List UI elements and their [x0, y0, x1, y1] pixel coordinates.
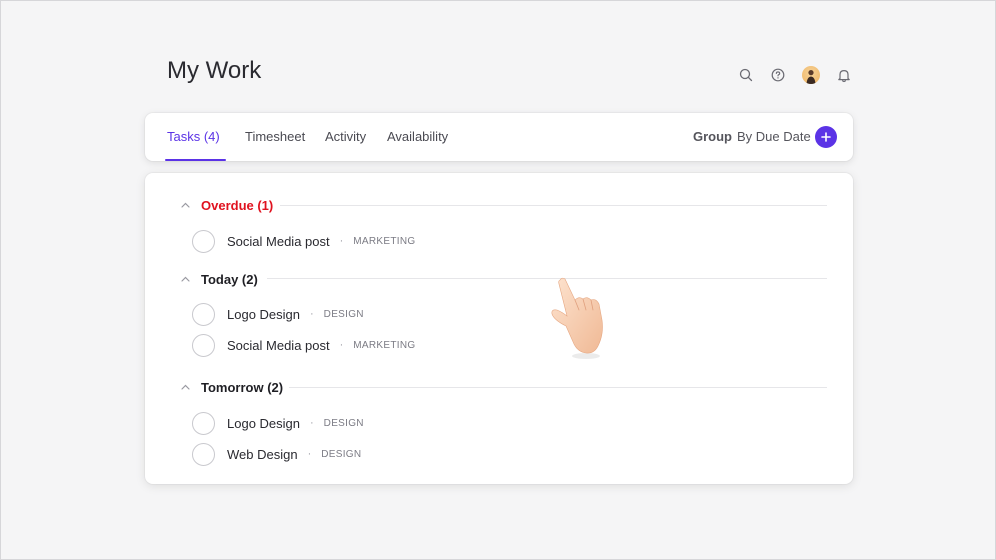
tab-activity[interactable]: Activity [325, 113, 366, 161]
plus-icon [821, 132, 831, 142]
section-divider [280, 205, 827, 206]
task-row[interactable]: Social Media post · MARKETING [192, 229, 415, 253]
separator-dot: · [307, 448, 312, 460]
pointing-hand-icon [551, 277, 603, 359]
task-tag: DESIGN [323, 308, 364, 320]
task-title[interactable]: Logo Design [227, 416, 300, 431]
page-title: My Work [167, 57, 262, 84]
separator-dot: · [310, 417, 314, 429]
task-row[interactable]: Logo Design · DESIGN [192, 411, 364, 435]
task-tag: MARKETING [353, 339, 416, 351]
task-row[interactable]: Web Design · DESIGN [192, 442, 361, 466]
task-row[interactable]: Social Media post · MARKETING [192, 333, 415, 357]
chevron-up-icon[interactable] [181, 274, 191, 284]
bell-icon[interactable] [836, 67, 852, 83]
task-tag: MARKETING [353, 235, 416, 247]
top-toolbar [738, 64, 852, 86]
section-title: Today (2) [201, 271, 258, 287]
separator-dot: · [339, 235, 344, 247]
task-checkbox[interactable] [192, 442, 215, 466]
chevron-up-icon[interactable] [181, 200, 191, 210]
section-header-overdue[interactable]: Overdue (1) [181, 196, 273, 214]
add-task-button[interactable] [815, 126, 837, 148]
section-header-today[interactable]: Today (2) [181, 270, 258, 288]
task-checkbox[interactable] [192, 229, 215, 253]
section-title: Tomorrow (2) [201, 379, 284, 395]
task-checkbox[interactable] [192, 302, 215, 326]
task-tag: DESIGN [323, 417, 364, 429]
tab-timesheet[interactable]: Timesheet [245, 113, 305, 161]
task-row[interactable]: Logo Design · DESIGN [192, 302, 364, 326]
separator-dot: · [339, 339, 344, 351]
section-divider [289, 387, 827, 388]
task-list-panel: Overdue (1) Social Media post · MARKETIN… [145, 173, 853, 484]
task-title[interactable]: Social Media post [227, 234, 330, 249]
tab-tasks[interactable]: Tasks (4) [165, 113, 226, 161]
task-checkbox[interactable] [192, 333, 215, 357]
group-by-dropdown[interactable]: By Due Date [737, 129, 811, 144]
task-title[interactable]: Social Media post [227, 338, 330, 353]
task-title[interactable]: Web Design [227, 447, 298, 462]
section-title: Overdue (1) [201, 197, 274, 213]
section-header-tomorrow[interactable]: Tomorrow (2) [181, 378, 283, 396]
tab-bar: Tasks (4) Timesheet Activity Availabilit… [145, 113, 853, 161]
group-label: Group [693, 129, 732, 144]
task-tag: DESIGN [321, 448, 362, 460]
tab-availability[interactable]: Availability [387, 113, 448, 161]
chevron-up-icon[interactable] [181, 382, 191, 392]
help-icon[interactable] [770, 67, 786, 83]
avatar[interactable] [802, 66, 820, 84]
search-icon[interactable] [738, 67, 754, 83]
task-title[interactable]: Logo Design [227, 307, 300, 322]
task-checkbox[interactable] [192, 411, 215, 435]
section-divider [267, 278, 827, 279]
separator-dot: · [310, 308, 314, 320]
